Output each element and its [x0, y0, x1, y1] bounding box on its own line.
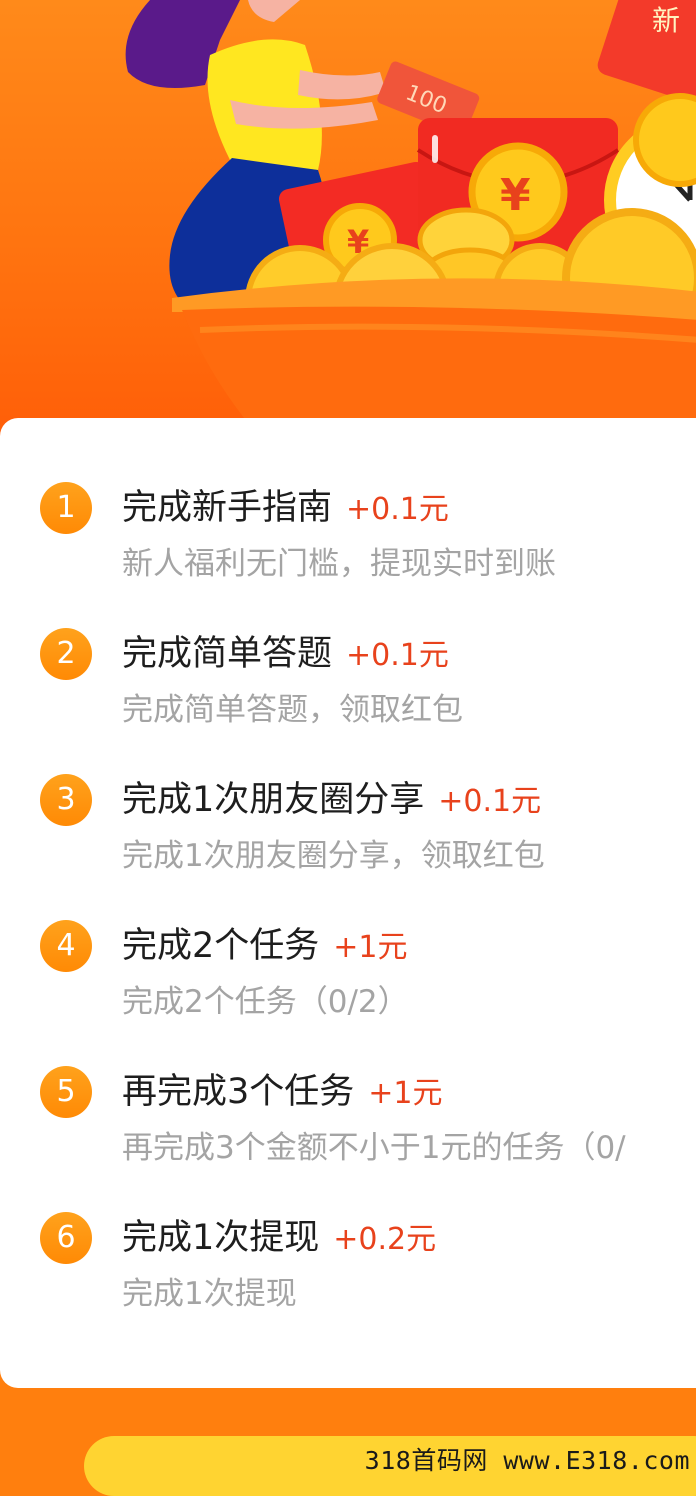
task-title: 完成简单答题: [122, 634, 333, 674]
task-title-row: 完成简单答题 +0.1元: [122, 622, 449, 686]
treasure-bowl: [172, 278, 696, 440]
task-item-4[interactable]: 4 完成2个任务 +1元 完成2个任务（0/2）: [0, 914, 696, 1054]
task-title-row: 完成1次提现 +0.2元: [122, 1206, 436, 1270]
corner-tag-text: 新: [652, 4, 680, 37]
task-reward: +0.1元: [346, 492, 449, 527]
task-description: 完成2个任务（0/2）: [122, 984, 409, 1020]
task-reward: +1元: [333, 930, 408, 965]
task-number-badge: 4: [40, 920, 92, 972]
task-reward: +1元: [368, 1076, 443, 1111]
task-reward: +0.1元: [438, 784, 542, 819]
task-description: 新人福利无门槛，提现实时到账: [122, 546, 556, 582]
coin-symbol: ¥: [500, 170, 531, 221]
task-title: 完成新手指南: [122, 488, 333, 528]
task-description: 完成1次提现: [122, 1276, 297, 1312]
task-reward: +0.2元: [333, 1222, 437, 1257]
task-item-3[interactable]: 3 完成1次朋友圈分享 +0.1元 完成1次朋友圈分享，领取红包: [0, 768, 696, 908]
task-title-row: 完成2个任务 +1元: [122, 914, 408, 978]
task-item-2[interactable]: 2 完成简单答题 +0.1元 完成简单答题，领取红包: [0, 622, 696, 762]
task-description: 完成1次朋友圈分享，领取红包: [122, 838, 545, 874]
task-title: 再完成3个任务: [122, 1072, 355, 1112]
task-number-badge: 5: [40, 1066, 92, 1118]
task-number-badge: 1: [40, 482, 92, 534]
task-reward: +0.1元: [346, 638, 449, 673]
task-number-badge: 2: [40, 628, 92, 680]
task-title-row: 完成1次朋友圈分享 +0.1元: [122, 768, 541, 832]
task-number-badge: 3: [40, 774, 92, 826]
task-title-row: 再完成3个任务 +1元: [122, 1060, 443, 1124]
hero-illustration: 新 100 ¥ ¥: [125, 0, 696, 440]
task-number-badge: 6: [40, 1212, 92, 1264]
task-title: 完成1次提现: [122, 1218, 320, 1258]
hero-banner: 新 100 ¥ ¥: [0, 0, 696, 440]
task-title: 完成2个任务: [122, 926, 320, 966]
task-description: 再完成3个金额不小于1元的任务（0/: [122, 1130, 626, 1166]
task-title: 完成1次朋友圈分享: [122, 780, 425, 820]
corner-envelope: 新: [597, 0, 696, 106]
task-item-1[interactable]: 1 完成新手指南 +0.1元 新人福利无门槛，提现实时到账: [0, 476, 696, 616]
task-item-5[interactable]: 5 再完成3个任务 +1元 再完成3个金额不小于1元的任务（0/: [0, 1060, 696, 1200]
task-description: 完成简单答题，领取红包: [122, 692, 463, 728]
task-card: 1 完成新手指南 +0.1元 新人福利无门槛，提现实时到账 2 完成简单答题 +0.…: [0, 418, 696, 1388]
watermark-text: 318首码网 www.E318.com: [364, 1446, 690, 1475]
task-title-row: 完成新手指南 +0.1元: [122, 476, 449, 540]
task-item-6[interactable]: 6 完成1次提现 +0.2元 完成1次提现: [0, 1206, 696, 1346]
